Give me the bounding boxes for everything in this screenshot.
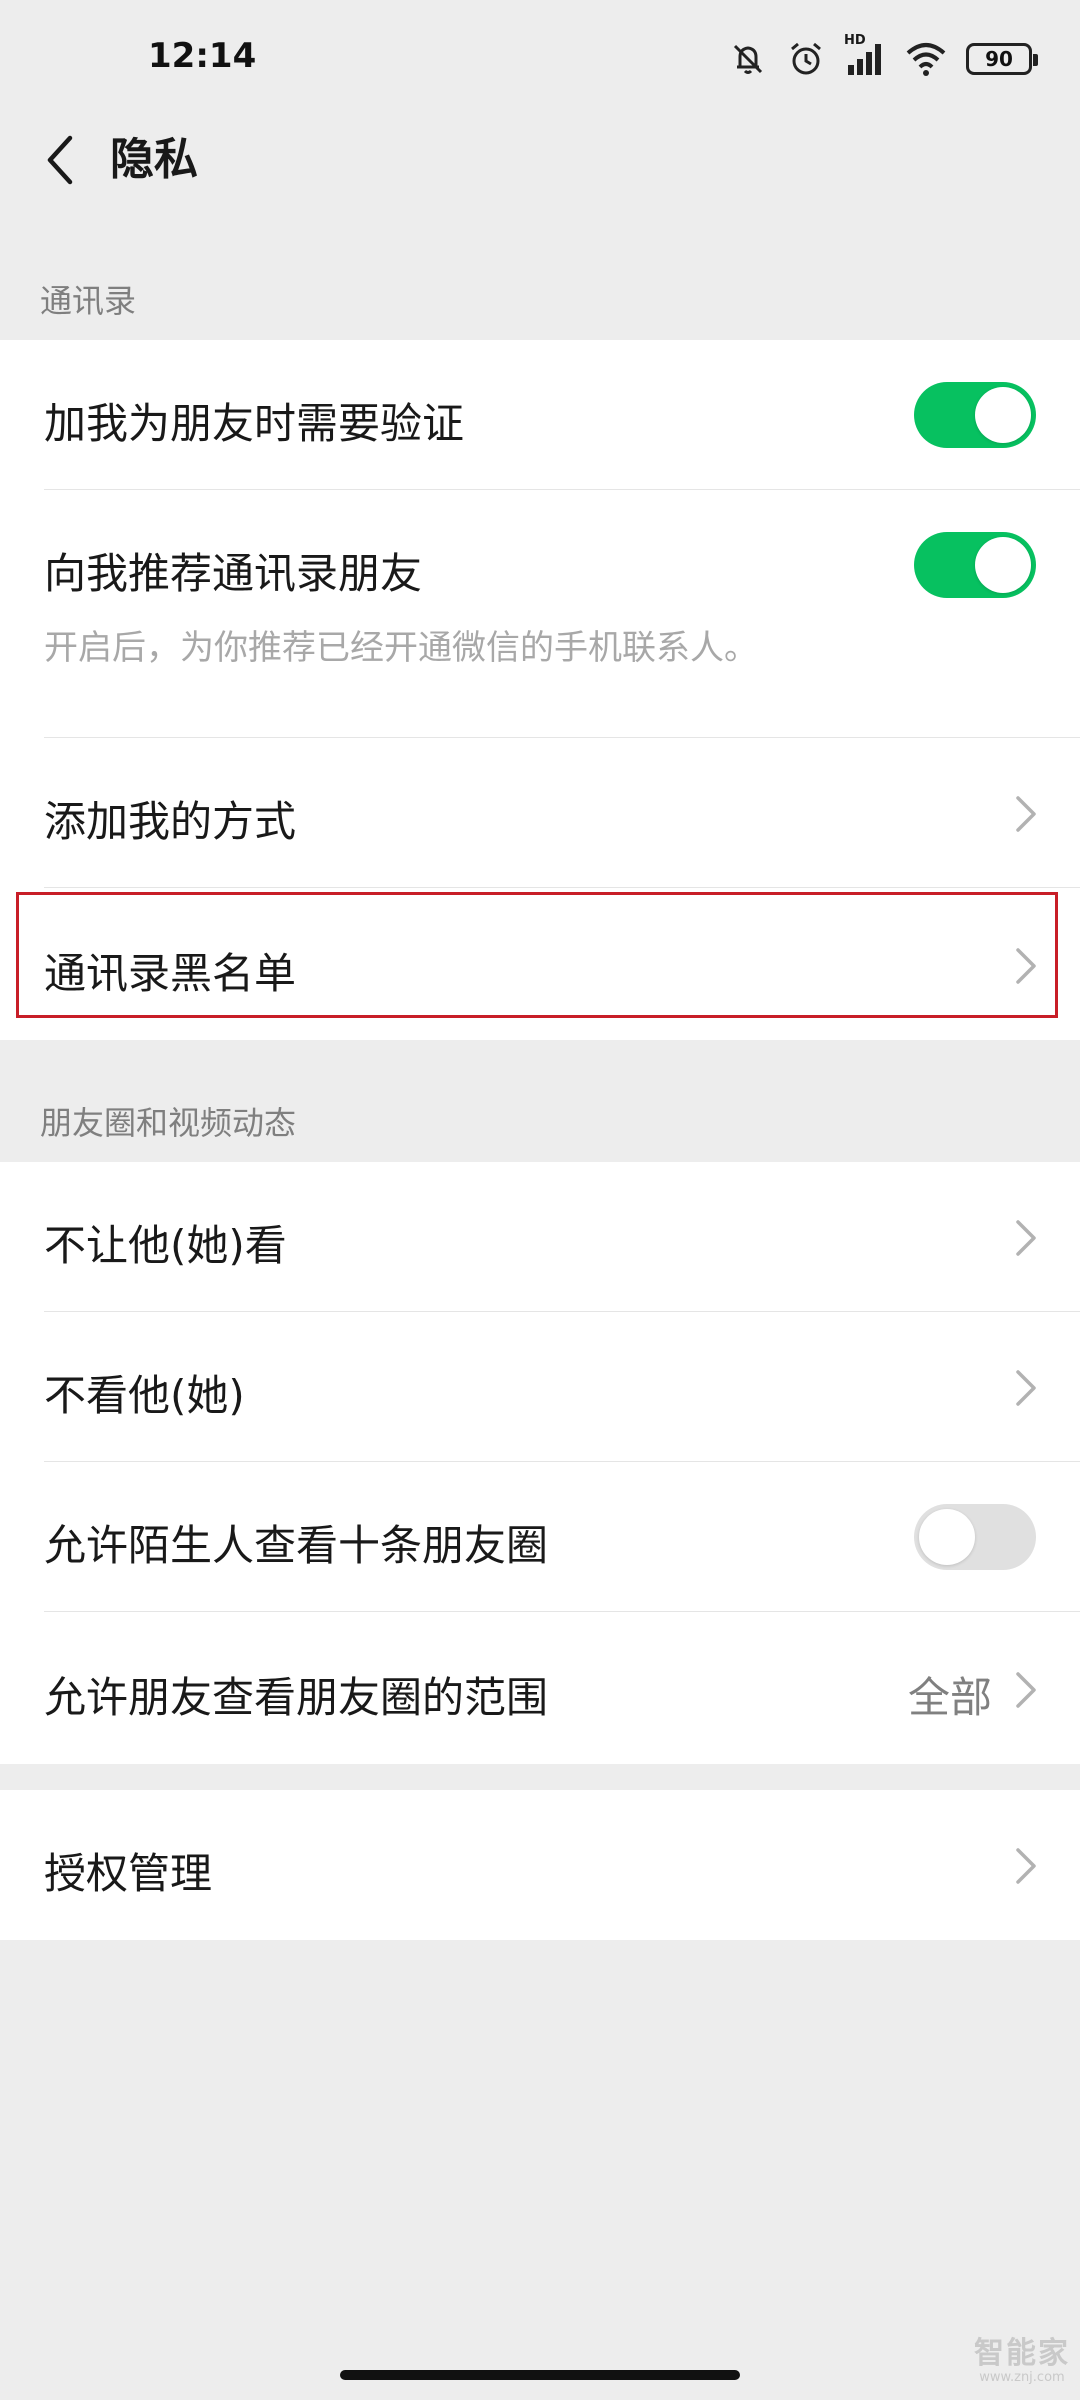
watermark-main: 智能家 <box>974 2336 1070 2371</box>
row-label: 允许朋友查看朋友圈的范围 <box>44 1673 549 1722</box>
row-strangers-ten-posts: 允许陌生人查看十条朋友圈 <box>0 1462 1080 1612</box>
page-title: 隐私 <box>110 134 198 185</box>
row-label: 向我推荐通讯录朋友 <box>44 549 423 598</box>
wifi-icon <box>904 39 948 79</box>
row-label: 添加我的方式 <box>44 797 297 846</box>
status-bar: 12:14 HD 90 <box>0 0 1080 120</box>
moments-group: 不让他(她)看 不看他(她) 允许陌生人查看十条朋友圈 允许朋友查看朋友圈的范围… <box>0 1162 1080 1764</box>
friend-verification-toggle[interactable] <box>914 382 1036 448</box>
status-time: 12:14 <box>148 36 257 76</box>
home-indicator[interactable] <box>340 2370 740 2380</box>
row-label: 不让他(她)看 <box>44 1221 287 1270</box>
row-recommend-contacts: 向我推荐通讯录朋友 开启后，为你推荐已经开通微信的手机联系人。 <box>0 490 1080 738</box>
row-friend-verification: 加我为朋友时需要验证 <box>0 340 1080 490</box>
section-header-contacts: 通讯录 <box>40 282 137 320</box>
row-hide-from[interactable]: 不让他(她)看 <box>0 1162 1080 1312</box>
recommend-contacts-toggle[interactable] <box>914 532 1036 598</box>
alarm-icon <box>786 39 826 79</box>
row-moments-visible-range[interactable]: 允许朋友查看朋友圈的范围 全部 <box>0 1612 1080 1764</box>
toggle-knob <box>919 1509 975 1565</box>
status-icons: HD 90 <box>728 33 1038 84</box>
section-header-moments: 朋友圈和视频动态 <box>40 1104 297 1142</box>
row-description: 开启后，为你推荐已经开通微信的手机联系人。 <box>44 628 758 668</box>
cellular-signal-icon: HD <box>844 33 886 79</box>
toggle-knob <box>975 387 1031 443</box>
row-label: 授权管理 <box>44 1849 213 1898</box>
row-label: 允许陌生人查看十条朋友圈 <box>44 1521 549 1570</box>
mute-bell-icon <box>728 39 768 79</box>
row-value: 全部 <box>907 1673 992 1722</box>
chevron-right-icon <box>1016 1220 1036 1256</box>
row-label: 加我为朋友时需要验证 <box>44 399 465 448</box>
chevron-right-icon <box>1016 1848 1036 1884</box>
hd-label: HD <box>844 33 866 48</box>
watermark-logo: 智能家 www.znj.com <box>974 2328 1070 2385</box>
row-authorization-management[interactable]: 授权管理 <box>0 1790 1080 1940</box>
strangers-ten-posts-toggle[interactable] <box>914 1504 1036 1570</box>
authorization-group: 授权管理 <box>0 1790 1080 1940</box>
battery-level: 90 <box>985 47 1013 71</box>
chevron-left-icon <box>47 135 73 185</box>
nav-bar: 隐私 <box>0 110 1080 210</box>
row-dont-view[interactable]: 不看他(她) <box>0 1312 1080 1462</box>
watermark-sub: www.znj.com <box>979 2370 1065 2385</box>
back-button[interactable] <box>24 124 96 196</box>
row-label: 不看他(她) <box>44 1371 245 1420</box>
toggle-knob <box>975 537 1031 593</box>
chevron-right-icon <box>1016 796 1036 832</box>
chevron-right-icon <box>1016 1370 1036 1406</box>
row-add-me-methods[interactable]: 添加我的方式 <box>0 738 1080 888</box>
battery-icon: 90 <box>966 43 1038 75</box>
chevron-right-icon <box>1016 1672 1036 1708</box>
highlight-box <box>16 892 1058 1018</box>
